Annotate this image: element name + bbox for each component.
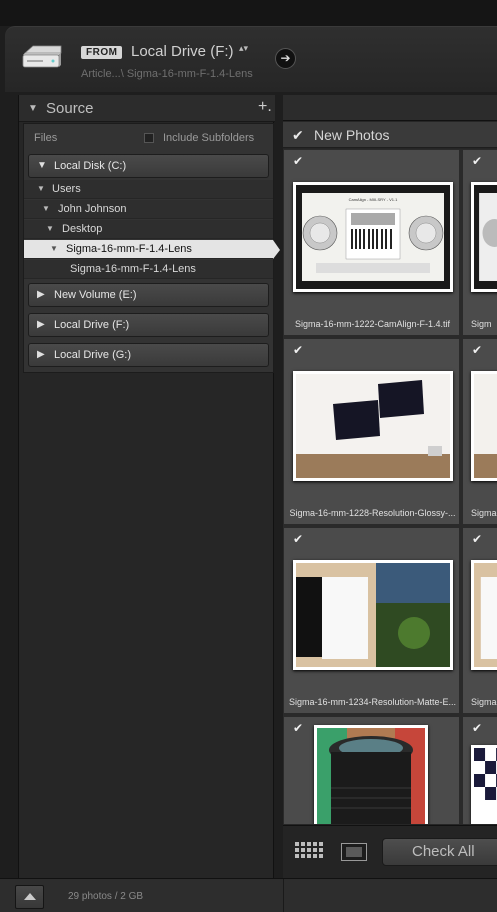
photo-caption: Sigm bbox=[471, 319, 492, 329]
photo-caption: Sigma-16-mm-1222-CamAlign-F-1.4.tif bbox=[294, 319, 451, 329]
volume-label: Local Disk (C:) bbox=[54, 160, 127, 172]
expand-triangle-icon[interactable]: ▼ bbox=[46, 224, 54, 233]
tree-item-label: Desktop bbox=[62, 223, 103, 235]
volume-local-drive-f[interactable]: ▶ Local Drive (F:) bbox=[28, 313, 269, 337]
photo-caption: Sigma-1 bbox=[471, 697, 497, 707]
tree-item-label: Sigma-16-mm-F-1.4-Lens bbox=[70, 263, 196, 275]
tree-item-label: Sigma-16-mm-F-1.4-Lens bbox=[66, 243, 192, 255]
volume-local-disk-c[interactable]: ▼ Local Disk (C:) bbox=[28, 154, 269, 178]
photo-cell[interactable]: ✔ Sigma-16-mm-1234-Resolution-Matte-E... bbox=[283, 527, 460, 714]
files-tree: Files Include Subfolders ▼ Local Disk (C… bbox=[23, 123, 280, 373]
photo-thumbnail[interactable] bbox=[471, 182, 497, 292]
expand-triangle-icon[interactable]: ▼ bbox=[37, 160, 47, 171]
checkmark-icon[interactable]: ✔ bbox=[472, 721, 482, 735]
volume-label: Local Drive (F:) bbox=[54, 319, 130, 331]
checkmark-icon[interactable]: ✔ bbox=[293, 343, 303, 357]
expand-triangle-icon[interactable]: ▼ bbox=[50, 244, 58, 253]
tree-item-label: John Johnson bbox=[58, 203, 127, 215]
photo-thumbnail[interactable] bbox=[314, 725, 428, 824]
checkmark-icon[interactable]: ✔ bbox=[472, 154, 482, 168]
checkmark-icon[interactable]: ✔ bbox=[293, 721, 303, 735]
checkmark-icon[interactable]: ✔ bbox=[293, 532, 303, 546]
import-source-header: FROM Local Drive (F:) ▴▾ Article...\ Sig… bbox=[5, 26, 497, 92]
arrow-up-icon bbox=[24, 893, 36, 900]
add-source-icon[interactable]: +. bbox=[258, 98, 272, 116]
source-panel-header[interactable]: ▼ Source +. bbox=[19, 95, 275, 122]
checkmark-icon[interactable]: ✔ bbox=[292, 127, 304, 144]
volume-label: New Volume (E:) bbox=[54, 289, 137, 301]
status-footer: 29 photos / 2 GB bbox=[0, 878, 497, 912]
files-label: Files bbox=[34, 132, 58, 144]
hard-drive-icon bbox=[22, 45, 62, 68]
tree-item-desktop[interactable]: ▼ Desktop bbox=[24, 220, 273, 239]
photo-caption: Sigma-1 bbox=[471, 508, 497, 518]
expand-triangle-icon[interactable]: ▶ bbox=[37, 319, 45, 330]
volume-new-volume-e[interactable]: ▶ New Volume (E:) bbox=[28, 283, 269, 307]
from-badge: FROM bbox=[81, 46, 123, 59]
selection-pointer bbox=[273, 240, 280, 259]
dropdown-arrows-icon[interactable]: ▴▾ bbox=[239, 44, 248, 53]
content-header-strip bbox=[283, 95, 497, 121]
photo-caption: Sigma-16-mm-1234-Resolution-Matte-E... bbox=[288, 697, 457, 707]
grid-view-icon[interactable] bbox=[295, 842, 323, 862]
new-photos-group-header: ✔ New Photos bbox=[283, 122, 497, 148]
photo-cell[interactable]: ✔ bbox=[462, 716, 497, 824]
tree-item-john-johnson[interactable]: ▼ John Johnson bbox=[24, 200, 273, 219]
photo-thumbnail[interactable]: CamAlign - MIII-SRY - V1.1 bbox=[293, 182, 453, 292]
volume-label: Local Drive (G:) bbox=[54, 349, 132, 361]
expand-triangle-icon[interactable]: ▼ bbox=[37, 184, 45, 193]
collapse-triangle-icon[interactable]: ▼ bbox=[28, 103, 38, 114]
content-toolbar: Check All bbox=[283, 825, 497, 878]
source-panel: ▼ Source +. Files Include Subfolders ▼ L… bbox=[18, 95, 280, 878]
loupe-view-icon[interactable] bbox=[341, 843, 367, 861]
photo-thumbnail[interactable] bbox=[293, 560, 453, 670]
footer-divider bbox=[283, 879, 284, 912]
photo-cell[interactable]: ✔ Sigm bbox=[462, 149, 497, 336]
photo-caption: Sigma-16-mm-1228-Resolution-Glossy-... bbox=[289, 508, 456, 518]
photo-grid: ✔ CamAlign - MIII-SRY - V1.1 Sigma-16-mm… bbox=[283, 149, 497, 824]
photo-thumbnail[interactable] bbox=[471, 371, 497, 481]
photo-cell[interactable]: ✔ CamAlign - MIII-SRY - V1.1 Sigma-16-mm… bbox=[283, 149, 460, 336]
include-subfolders-label[interactable]: Include Subfolders bbox=[163, 132, 254, 144]
include-subfolders-checkbox[interactable] bbox=[144, 133, 154, 143]
volume-local-drive-g[interactable]: ▶ Local Drive (G:) bbox=[28, 343, 269, 367]
photo-cell[interactable]: ✔ Sigma-1 bbox=[462, 338, 497, 525]
window-top-strip bbox=[0, 0, 497, 26]
tree-item-label: Users bbox=[52, 183, 81, 195]
expand-triangle-icon[interactable]: ▶ bbox=[37, 349, 45, 360]
expand-triangle-icon[interactable]: ▶ bbox=[37, 289, 45, 300]
expand-triangle-icon[interactable]: ▼ bbox=[42, 204, 50, 213]
photo-thumbnail[interactable] bbox=[471, 560, 497, 670]
arrow-right-icon[interactable]: ➔ bbox=[275, 48, 296, 69]
tree-item-sigma-lens-sub[interactable]: Sigma-16-mm-F-1.4-Lens bbox=[24, 260, 273, 279]
group-label: New Photos bbox=[314, 127, 390, 143]
chart-title-text: CamAlign - MIII-SRY - V1.1 bbox=[349, 197, 399, 202]
content-area: ✔ New Photos ✔ CamAlign - MIII-SRY - V1.… bbox=[283, 95, 497, 878]
photo-cell[interactable]: ✔ Sigma-16-mm-1228-Resolution-Glossy-... bbox=[283, 338, 460, 525]
photo-thumbnail[interactable] bbox=[471, 745, 497, 824]
source-drive-selector[interactable]: Local Drive (F:) bbox=[131, 43, 234, 60]
photo-count-status: 29 photos / 2 GB bbox=[68, 891, 144, 902]
check-all-button[interactable]: Check All bbox=[382, 838, 497, 866]
checkmark-icon[interactable]: ✔ bbox=[293, 154, 303, 168]
source-panel-title: Source bbox=[46, 100, 94, 117]
expand-panel-button[interactable] bbox=[15, 885, 44, 909]
tree-item-sigma-lens-selected[interactable]: ▼ Sigma-16-mm-F-1.4-Lens bbox=[24, 240, 280, 259]
source-path: Article...\ Sigma-16-mm-F-1.4-Lens bbox=[81, 68, 253, 80]
tree-item-users[interactable]: ▼ Users bbox=[24, 180, 273, 199]
photo-thumbnail[interactable] bbox=[293, 371, 453, 481]
photo-cell[interactable]: ✔ Sigma-1 bbox=[462, 527, 497, 714]
checkmark-icon[interactable]: ✔ bbox=[472, 532, 482, 546]
checkmark-icon[interactable]: ✔ bbox=[472, 343, 482, 357]
photo-cell[interactable]: ✔ bbox=[283, 716, 460, 824]
